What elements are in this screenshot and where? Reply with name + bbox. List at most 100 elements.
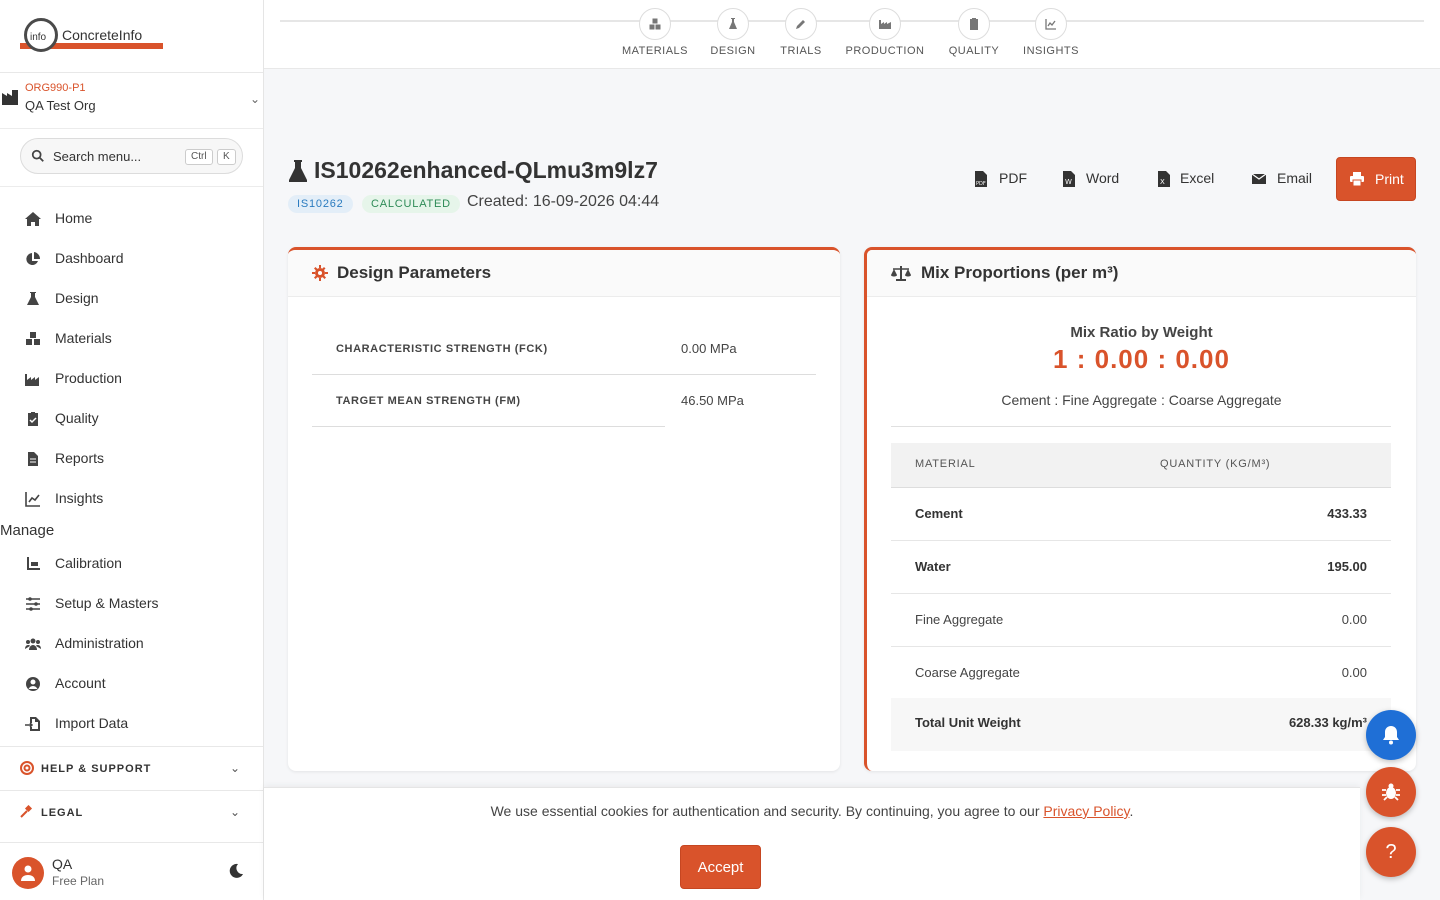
excel-button[interactable]: X Excel [1157,157,1219,201]
card-header: Mix Proportions (per m³) [867,250,1416,297]
app-logo[interactable]: info ConcreteInfo [20,18,163,52]
email-label: Email [1277,170,1313,186]
param-key: TARGET MEAN STRENGTH (FM) [312,375,665,427]
line-chart-icon [1045,19,1056,30]
accept-cookies-button[interactable]: Accept [680,845,761,889]
sidebar-item-materials[interactable]: Materials [0,319,263,359]
page-title: IS10262enhanced-QLmu3m9lz7 [314,157,658,183]
logo-badge: info [30,32,47,43]
svg-text:W: W [1065,178,1072,186]
material-quantity: 195.00 [1327,559,1367,574]
column-header-material: MATERIAL [915,458,976,470]
search-box[interactable]: Ctrl K [20,138,243,174]
sidebar-item-design[interactable]: Design [0,279,263,319]
chevron-down-icon: ⌄ [250,92,261,106]
line-chart-icon [25,492,40,507]
table-row: Water 195.00 [891,541,1391,594]
cubes-icon [26,332,40,345]
sidebar-item-production[interactable]: Production [0,359,263,399]
sidebar: info ConcreteInfo ORG990-P1 QA Test Org … [0,0,264,900]
excel-label: Excel [1180,170,1215,186]
step-label: PRODUCTION [845,45,925,57]
table-row: Cement 433.33 [891,488,1391,541]
step-label: INSIGHTS [1023,45,1079,57]
sidebar-item-insights[interactable]: Insights [0,479,263,519]
sidebar-item-quality[interactable]: Quality [0,399,263,439]
legal-label: LEGAL [41,807,84,819]
chevron-down-icon: ⌄ [230,761,241,775]
material-quantity: 0.00 [1341,612,1367,627]
pdf-label: PDF [999,170,1027,186]
param-row: TARGET MEAN STRENGTH (FM) 46.50 MPa [312,375,816,427]
print-button[interactable]: Print [1336,157,1416,201]
file-icon [28,452,38,466]
sidebar-item-dashboard[interactable]: Dashboard [0,239,263,279]
sidebar-item-label: Insights [55,490,104,506]
clipboard-check-icon [970,18,978,30]
help-support-label: HELP & SUPPORT [41,763,152,775]
moon-icon[interactable] [228,863,244,879]
step-materials[interactable]: MATERIALS [610,8,700,64]
file-import-icon [25,717,40,731]
kbd-k: K [217,149,236,165]
pie-chart-icon [26,252,41,265]
step-circle [717,8,749,40]
bug-icon [1382,783,1400,801]
pdf-button[interactable]: PDF PDF [974,157,1028,201]
notifications-button[interactable] [1366,710,1416,760]
manage-nav: Calibration Setup & Masters Administrati… [0,544,263,744]
param-value: 0.00 MPa [665,323,816,375]
total-label: Total Unit Weight [915,715,1021,730]
gavel-icon [20,805,33,818]
sidebar-item-setup-masters[interactable]: Setup & Masters [0,584,263,624]
help-support-toggle[interactable]: HELP & SUPPORT ⌄ [0,746,263,790]
cubes-icon [649,18,661,30]
report-bug-button[interactable] [1366,767,1416,817]
material-name: Water [915,559,951,574]
cookie-banner: We use essential cookies for authenticat… [264,787,1360,900]
section-manage: Manage [0,522,55,539]
workflow-stepper: MATERIALS DESIGN TRIALS PRODUCTION QUALI… [264,0,1440,69]
logo-row: info ConcreteInfo [0,0,263,73]
user-name: QA [52,856,73,872]
sidebar-item-account[interactable]: Account [0,664,263,704]
scale-icon [27,557,40,570]
sidebar-item-home[interactable]: Home [0,199,263,239]
table-header: MATERIAL QUANTITY (KG/M³) [891,443,1391,488]
legal-toggle[interactable]: LEGAL ⌄ [0,790,263,834]
avatar[interactable] [12,857,44,889]
sidebar-item-administration[interactable]: Administration [0,624,263,664]
kbd-ctrl: Ctrl [185,149,213,165]
ratio-value: 1 : 0.00 : 0.00 [1053,344,1230,374]
sidebar-item-reports[interactable]: Reports [0,439,263,479]
sidebar-item-label: Production [55,370,122,386]
clipboard-check-icon [28,412,38,426]
table-row: Coarse Aggregate 0.00 [891,647,1391,700]
step-circle [785,8,817,40]
sidebar-item-calibration[interactable]: Calibration [0,544,263,584]
word-button[interactable]: W Word [1062,157,1122,201]
flask-icon [289,160,307,182]
envelope-icon [1252,173,1266,184]
step-circle [869,8,901,40]
step-insights[interactable]: INSIGHTS [1006,8,1096,64]
sliders-icon [26,597,40,611]
column-header-quantity: QUANTITY (KG/M³) [1160,458,1271,470]
user-profile[interactable]: QA Free Plan [0,842,263,900]
lifebuoy-icon [20,761,34,775]
file-excel-icon: X [1158,171,1170,187]
step-production[interactable]: PRODUCTION [840,8,930,64]
step-trials[interactable]: TRIALS [756,8,846,64]
email-button[interactable]: Email [1252,157,1314,201]
sidebar-item-import-data[interactable]: Import Data [0,704,263,744]
sidebar-item-label: Materials [55,330,112,346]
cookie-message: We use essential cookies for authenticat… [490,803,1044,819]
logo-text: ConcreteInfo [62,27,143,43]
gear-icon [312,265,328,281]
org-name: QA Test Org [25,98,96,113]
material-quantity: 0.00 [1341,665,1367,680]
search-input[interactable] [53,146,183,166]
privacy-policy-link[interactable]: Privacy Policy [1043,803,1129,819]
org-switcher[interactable]: ORG990-P1 QA Test Org ⌄ [0,73,263,129]
help-button[interactable]: ? [1366,827,1416,877]
